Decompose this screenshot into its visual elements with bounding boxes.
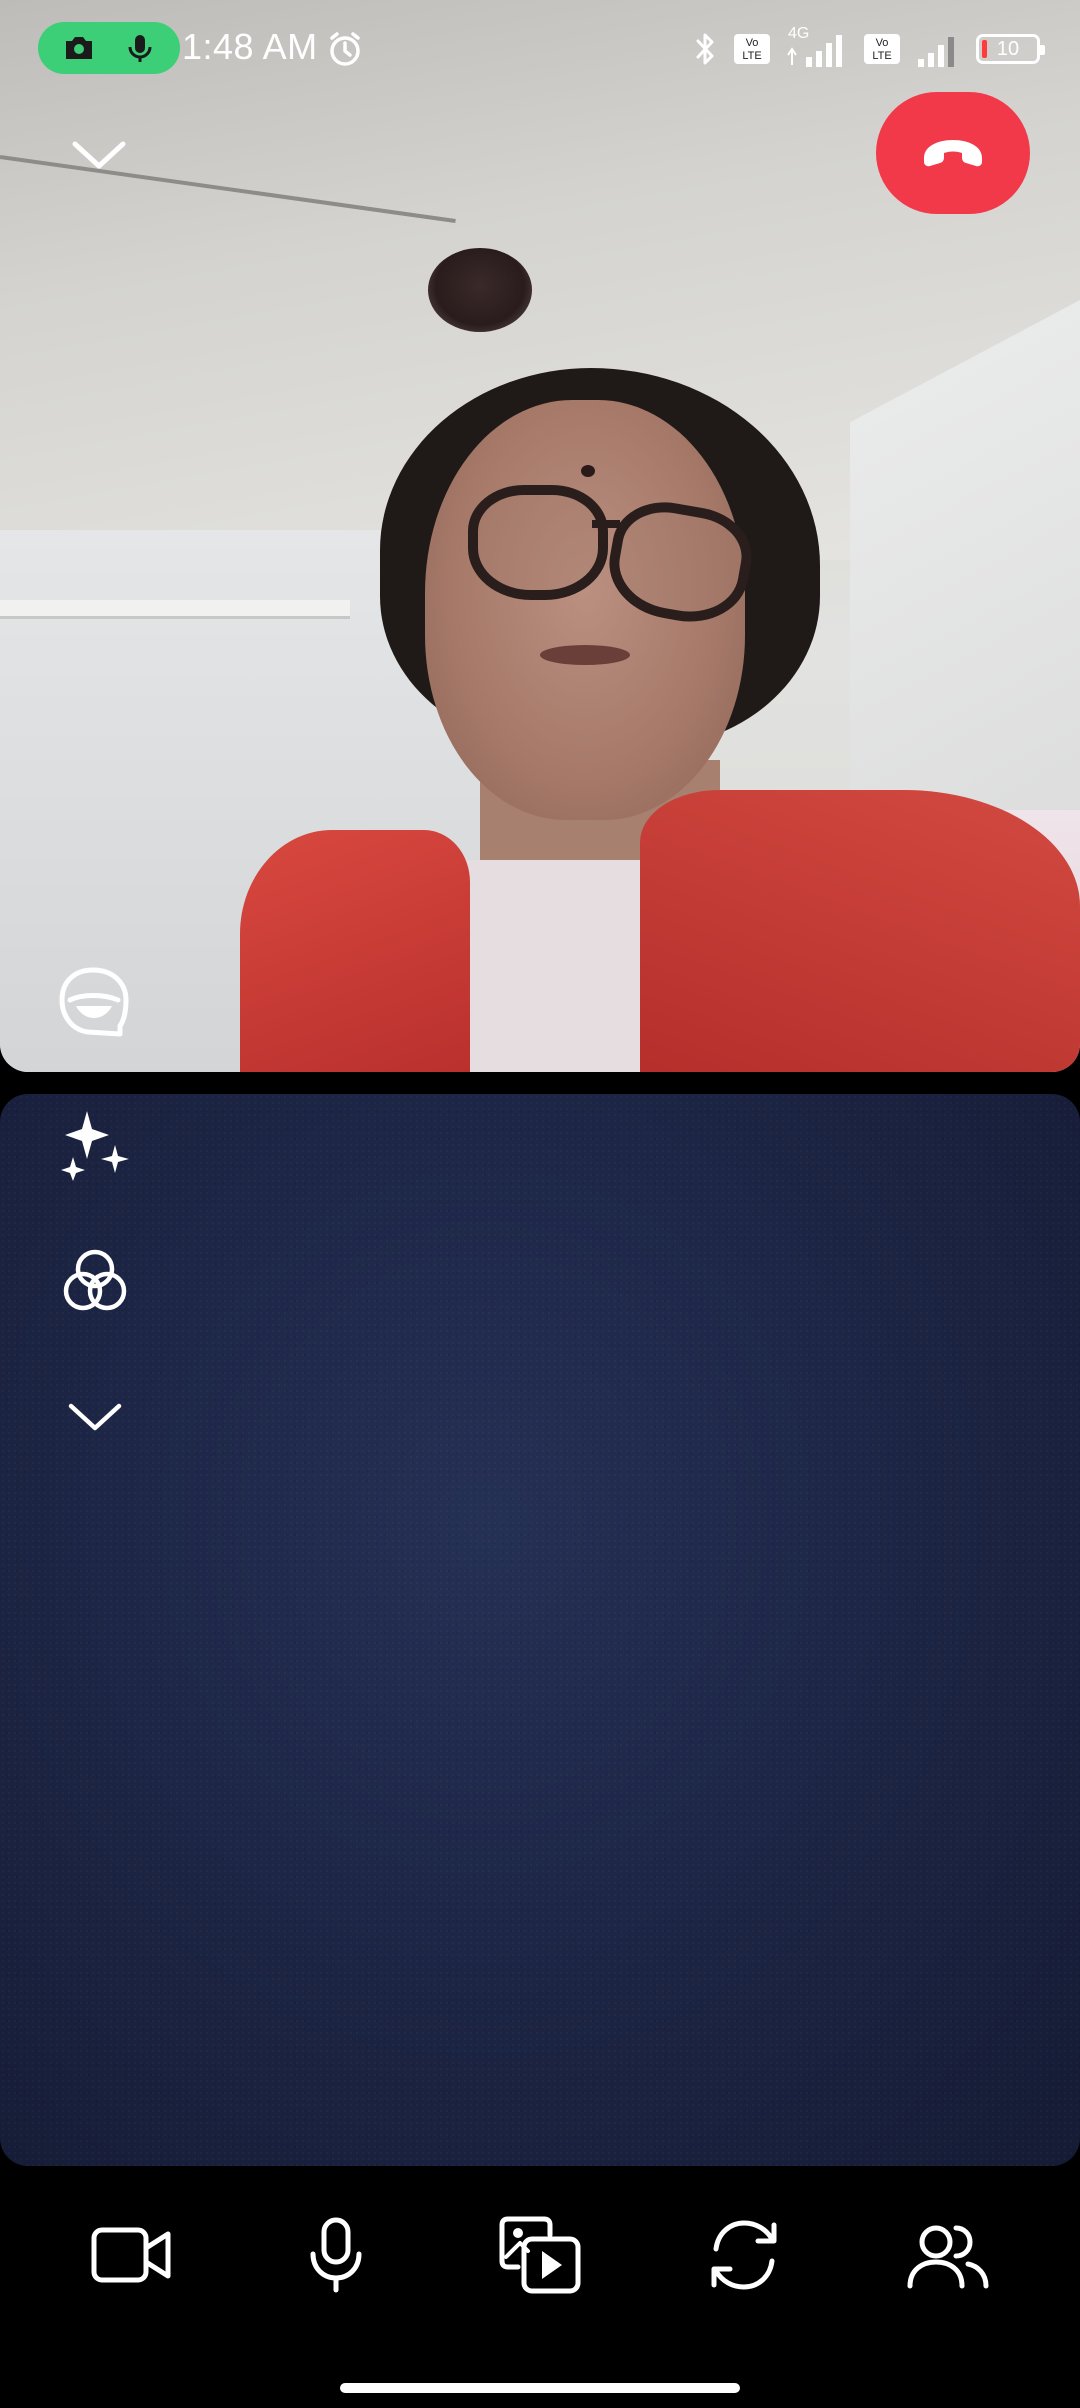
battery-icon: 10 bbox=[976, 34, 1045, 64]
mic-in-use-icon bbox=[128, 35, 151, 62]
lenses-sparkle-icon bbox=[61, 1111, 129, 1181]
svg-text:LTE: LTE bbox=[872, 50, 891, 62]
flip-camera-button[interactable] bbox=[689, 2200, 799, 2310]
participants-button[interactable] bbox=[893, 2200, 1003, 2310]
more-tools-button[interactable] bbox=[50, 1372, 140, 1462]
video-call-screen: 1:48 AM Vo LTE 4G Vo LTE 10 bbox=[0, 0, 1080, 2408]
camera-in-use-icon bbox=[65, 37, 92, 59]
battery-level-fill bbox=[982, 40, 987, 58]
lenses-button[interactable] bbox=[50, 1100, 140, 1190]
alarm-icon bbox=[330, 32, 360, 66]
svg-text:LTE: LTE bbox=[742, 50, 761, 62]
local-video-preview[interactable] bbox=[0, 1094, 1080, 2166]
participants-icon bbox=[907, 2225, 989, 2289]
remote-participant-glasses bbox=[468, 485, 608, 600]
flip-camera-icon bbox=[711, 2220, 777, 2290]
volte-icon: Vo LTE bbox=[734, 34, 770, 64]
signal-icon-2 bbox=[918, 37, 954, 67]
remote-participant-glasses bbox=[592, 520, 620, 528]
status-time: 1:48 AM bbox=[182, 26, 318, 67]
remote-participant-bindi bbox=[581, 465, 595, 477]
remote-participant-scarf bbox=[640, 790, 1080, 1072]
media-share-icon bbox=[499, 2216, 581, 2294]
local-video-noise bbox=[0, 1094, 1080, 2166]
hang-up-icon bbox=[924, 140, 982, 167]
volte-icon-2: Vo LTE bbox=[864, 34, 900, 64]
chevron-down-icon bbox=[72, 141, 126, 169]
signal-strength-1: 4G bbox=[784, 25, 850, 69]
camera-tools bbox=[50, 1100, 140, 1508]
home-indicator[interactable] bbox=[340, 2383, 740, 2393]
battery-level: 10 bbox=[996, 37, 1020, 60]
end-call-button[interactable] bbox=[876, 92, 1030, 214]
bluetooth-icon bbox=[696, 33, 714, 65]
minimize-call-button[interactable] bbox=[62, 128, 136, 182]
mic-toggle-button[interactable] bbox=[281, 2200, 391, 2310]
remote-participant-mouth bbox=[540, 645, 630, 665]
bitmoji-icon bbox=[59, 967, 129, 1037]
svg-text:Vo: Vo bbox=[876, 37, 889, 49]
video-toggle-button[interactable] bbox=[77, 2200, 187, 2310]
filters-button[interactable] bbox=[50, 1236, 140, 1326]
share-media-button[interactable] bbox=[485, 2200, 595, 2310]
chevron-down-icon bbox=[68, 1403, 122, 1431]
filters-icon bbox=[63, 1249, 127, 1311]
remote-participant-scarf bbox=[240, 830, 470, 1072]
remote-video-pipe bbox=[0, 600, 350, 619]
video-camera-icon bbox=[91, 2227, 171, 2283]
bitmoji-reaction-button[interactable] bbox=[52, 962, 134, 1044]
svg-text:Vo: Vo bbox=[746, 37, 759, 49]
system-icons: Vo LTE 4G Vo LTE 10 bbox=[692, 25, 1045, 70]
privacy-indicator bbox=[38, 22, 180, 74]
network-type-label: 4G bbox=[788, 25, 810, 42]
microphone-icon bbox=[310, 2217, 362, 2293]
status-bar: 1:48 AM Vo LTE 4G Vo LTE 10 bbox=[0, 0, 1080, 100]
call-controls bbox=[0, 2190, 1080, 2320]
remote-video-light-fixture bbox=[428, 248, 532, 332]
